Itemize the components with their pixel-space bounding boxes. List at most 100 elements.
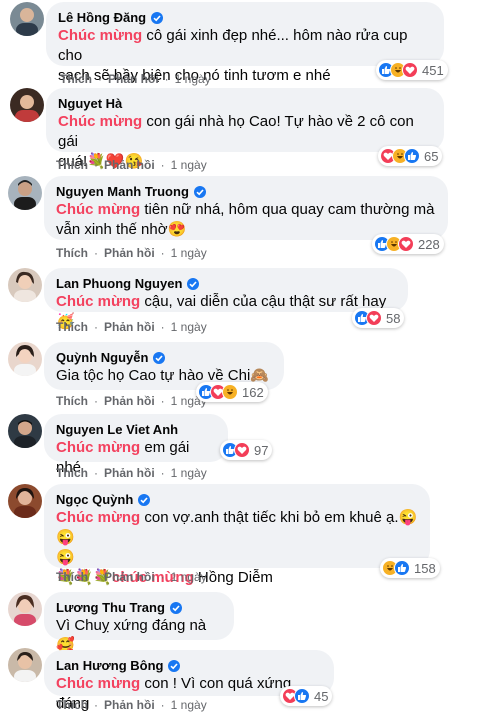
reaction-summary[interactable]: 58	[352, 308, 405, 328]
reply-action[interactable]: Phản hồi	[108, 72, 159, 86]
comment-bubble: Nguyen Manh Truong Chúc mừng tiên nữ nhá…	[44, 176, 448, 240]
highlight-text: Chúc mừng	[56, 509, 141, 526]
separator: ·	[94, 698, 98, 712]
avatar[interactable]	[8, 648, 42, 682]
author-name[interactable]: Lan Phuong Nguyen	[56, 275, 182, 292]
like-action[interactable]: Thích	[56, 158, 88, 172]
separator: ·	[160, 394, 165, 408]
like-icon	[404, 148, 420, 164]
separator: ·	[160, 320, 165, 334]
avatar[interactable]	[8, 592, 42, 626]
like-action[interactable]: Thích	[56, 466, 88, 480]
reply-action[interactable]: Phản hồi	[104, 698, 155, 712]
avatar[interactable]	[8, 484, 42, 518]
separator: ·	[160, 466, 165, 480]
separator: ·	[94, 394, 98, 408]
reaction-count: 451	[422, 62, 444, 78]
author-name[interactable]: Nguyen Manh Truong	[56, 183, 189, 200]
comment-bubble: Lê Hồng Đăng Chúc mừng cô gái xinh đẹp n…	[46, 2, 444, 84]
comment-bubble: Lương Thu Trang Vì Chuỵ xứng đáng nà🥰	[44, 592, 234, 654]
verified-badge-icon	[153, 351, 166, 364]
reaction-count: 58	[386, 310, 401, 326]
author-name[interactable]: Lê Hồng Đăng	[58, 9, 146, 26]
author-name[interactable]: Ngọc Quỳnh	[56, 491, 133, 508]
verified-badge-icon	[168, 659, 181, 672]
timestamp[interactable]: 1 ngày	[171, 698, 207, 712]
reaction-count: 162	[242, 384, 264, 400]
separator: ·	[160, 570, 165, 584]
separator: ·	[94, 158, 98, 172]
comment-bubble: Nguyet Hà Chúc mừng con gái nhà họ Cao! …	[46, 88, 444, 170]
avatar[interactable]	[8, 414, 42, 448]
author-name[interactable]: Nguyen Le Viet Anh	[56, 421, 178, 438]
separator: ·	[94, 466, 98, 480]
avatar[interactable]	[8, 268, 42, 302]
comment-bubble: Lan Phuong Nguyen Chúc mừng cậu, vai diễ…	[44, 268, 408, 330]
reaction-count: 45	[314, 688, 329, 704]
comment-text: tiên nữ nhá, hôm qua quay cam thường mà	[140, 201, 435, 218]
like-action[interactable]: Thích	[56, 320, 88, 334]
comment-feed: Lê Hồng Đăng Chúc mừng cô gái xinh đẹp n…	[0, 0, 487, 714]
author-name[interactable]: Nguyet Hà	[58, 95, 122, 112]
comment-text-line2: 😜	[56, 549, 75, 566]
avatar[interactable]	[8, 342, 42, 376]
reply-action[interactable]: Phản hồi	[104, 466, 155, 480]
highlight-text: Chúc mừng	[56, 675, 141, 692]
reply-action[interactable]: Phản hồi	[104, 246, 155, 260]
timestamp[interactable]: 1 ngày	[171, 570, 207, 584]
reply-action[interactable]: Phản hồi	[104, 320, 155, 334]
highlight-text: Chúc mừng	[58, 113, 143, 130]
highlight-text: Chúc mừng	[56, 293, 141, 310]
like-action[interactable]: Thích	[56, 570, 88, 584]
reply-action[interactable]: Phản hồi	[104, 394, 155, 408]
timestamp[interactable]: 1 ngày	[171, 246, 207, 260]
reaction-summary[interactable]: 228	[372, 234, 444, 254]
comment-bubble: Ngọc Quỳnh Chúc mừng con vợ.anh thật tiế…	[44, 484, 430, 586]
author-name[interactable]: Lương Thu Trang	[56, 599, 165, 616]
reaction-summary[interactable]: 158	[380, 558, 440, 578]
author-name[interactable]: Lan Hương Bông	[56, 657, 163, 674]
love-icon	[398, 236, 414, 252]
reaction-summary[interactable]: 162	[196, 382, 268, 402]
timestamp[interactable]: 1 ngày	[171, 466, 207, 480]
love-icon	[366, 310, 382, 326]
like-action[interactable]: Thích	[60, 72, 92, 86]
verified-badge-icon	[138, 493, 151, 506]
author-name[interactable]: Quỳnh Nguyễn	[56, 349, 148, 366]
reaction-count: 158	[414, 560, 436, 576]
reply-action[interactable]: Phản hồi	[104, 570, 155, 584]
haha-icon	[222, 384, 238, 400]
reaction-count: 65	[424, 148, 439, 164]
separator: ·	[160, 246, 165, 260]
reaction-count: 97	[254, 442, 269, 458]
verified-badge-icon	[151, 11, 164, 24]
love-icon	[402, 62, 418, 78]
like-action[interactable]: Thích	[56, 394, 88, 408]
separator: ·	[164, 72, 169, 86]
separator: ·	[94, 320, 98, 334]
comment-bubble: Nguyen Le Viet Anh Chúc mừng em gái nhé	[44, 414, 228, 476]
like-icon	[294, 688, 310, 704]
avatar[interactable]	[10, 88, 44, 122]
like-action[interactable]: Thích	[56, 246, 88, 260]
separator: ·	[160, 158, 165, 172]
reaction-summary[interactable]: 65	[378, 146, 443, 166]
timestamp[interactable]: 1 ngày	[171, 320, 207, 334]
highlight-text: Chúc mừng	[58, 27, 143, 44]
reaction-summary[interactable]: 45	[280, 686, 333, 706]
reply-action[interactable]: Phản hồi	[104, 158, 155, 172]
timestamp[interactable]: 1 ngày	[171, 158, 207, 172]
separator: ·	[160, 698, 165, 712]
reaction-summary[interactable]: 451	[376, 60, 448, 80]
avatar[interactable]	[8, 176, 42, 210]
separator: ·	[98, 72, 102, 86]
separator: ·	[94, 570, 98, 584]
verified-badge-icon	[193, 185, 206, 198]
reaction-count: 228	[418, 236, 440, 252]
like-action[interactable]: Thích	[56, 698, 88, 712]
avatar[interactable]	[10, 2, 44, 36]
reaction-summary[interactable]: 97	[220, 440, 273, 460]
timestamp[interactable]: 1 ngày	[175, 72, 211, 86]
love-icon	[234, 442, 250, 458]
highlight-text: Chúc mừng	[56, 201, 141, 218]
